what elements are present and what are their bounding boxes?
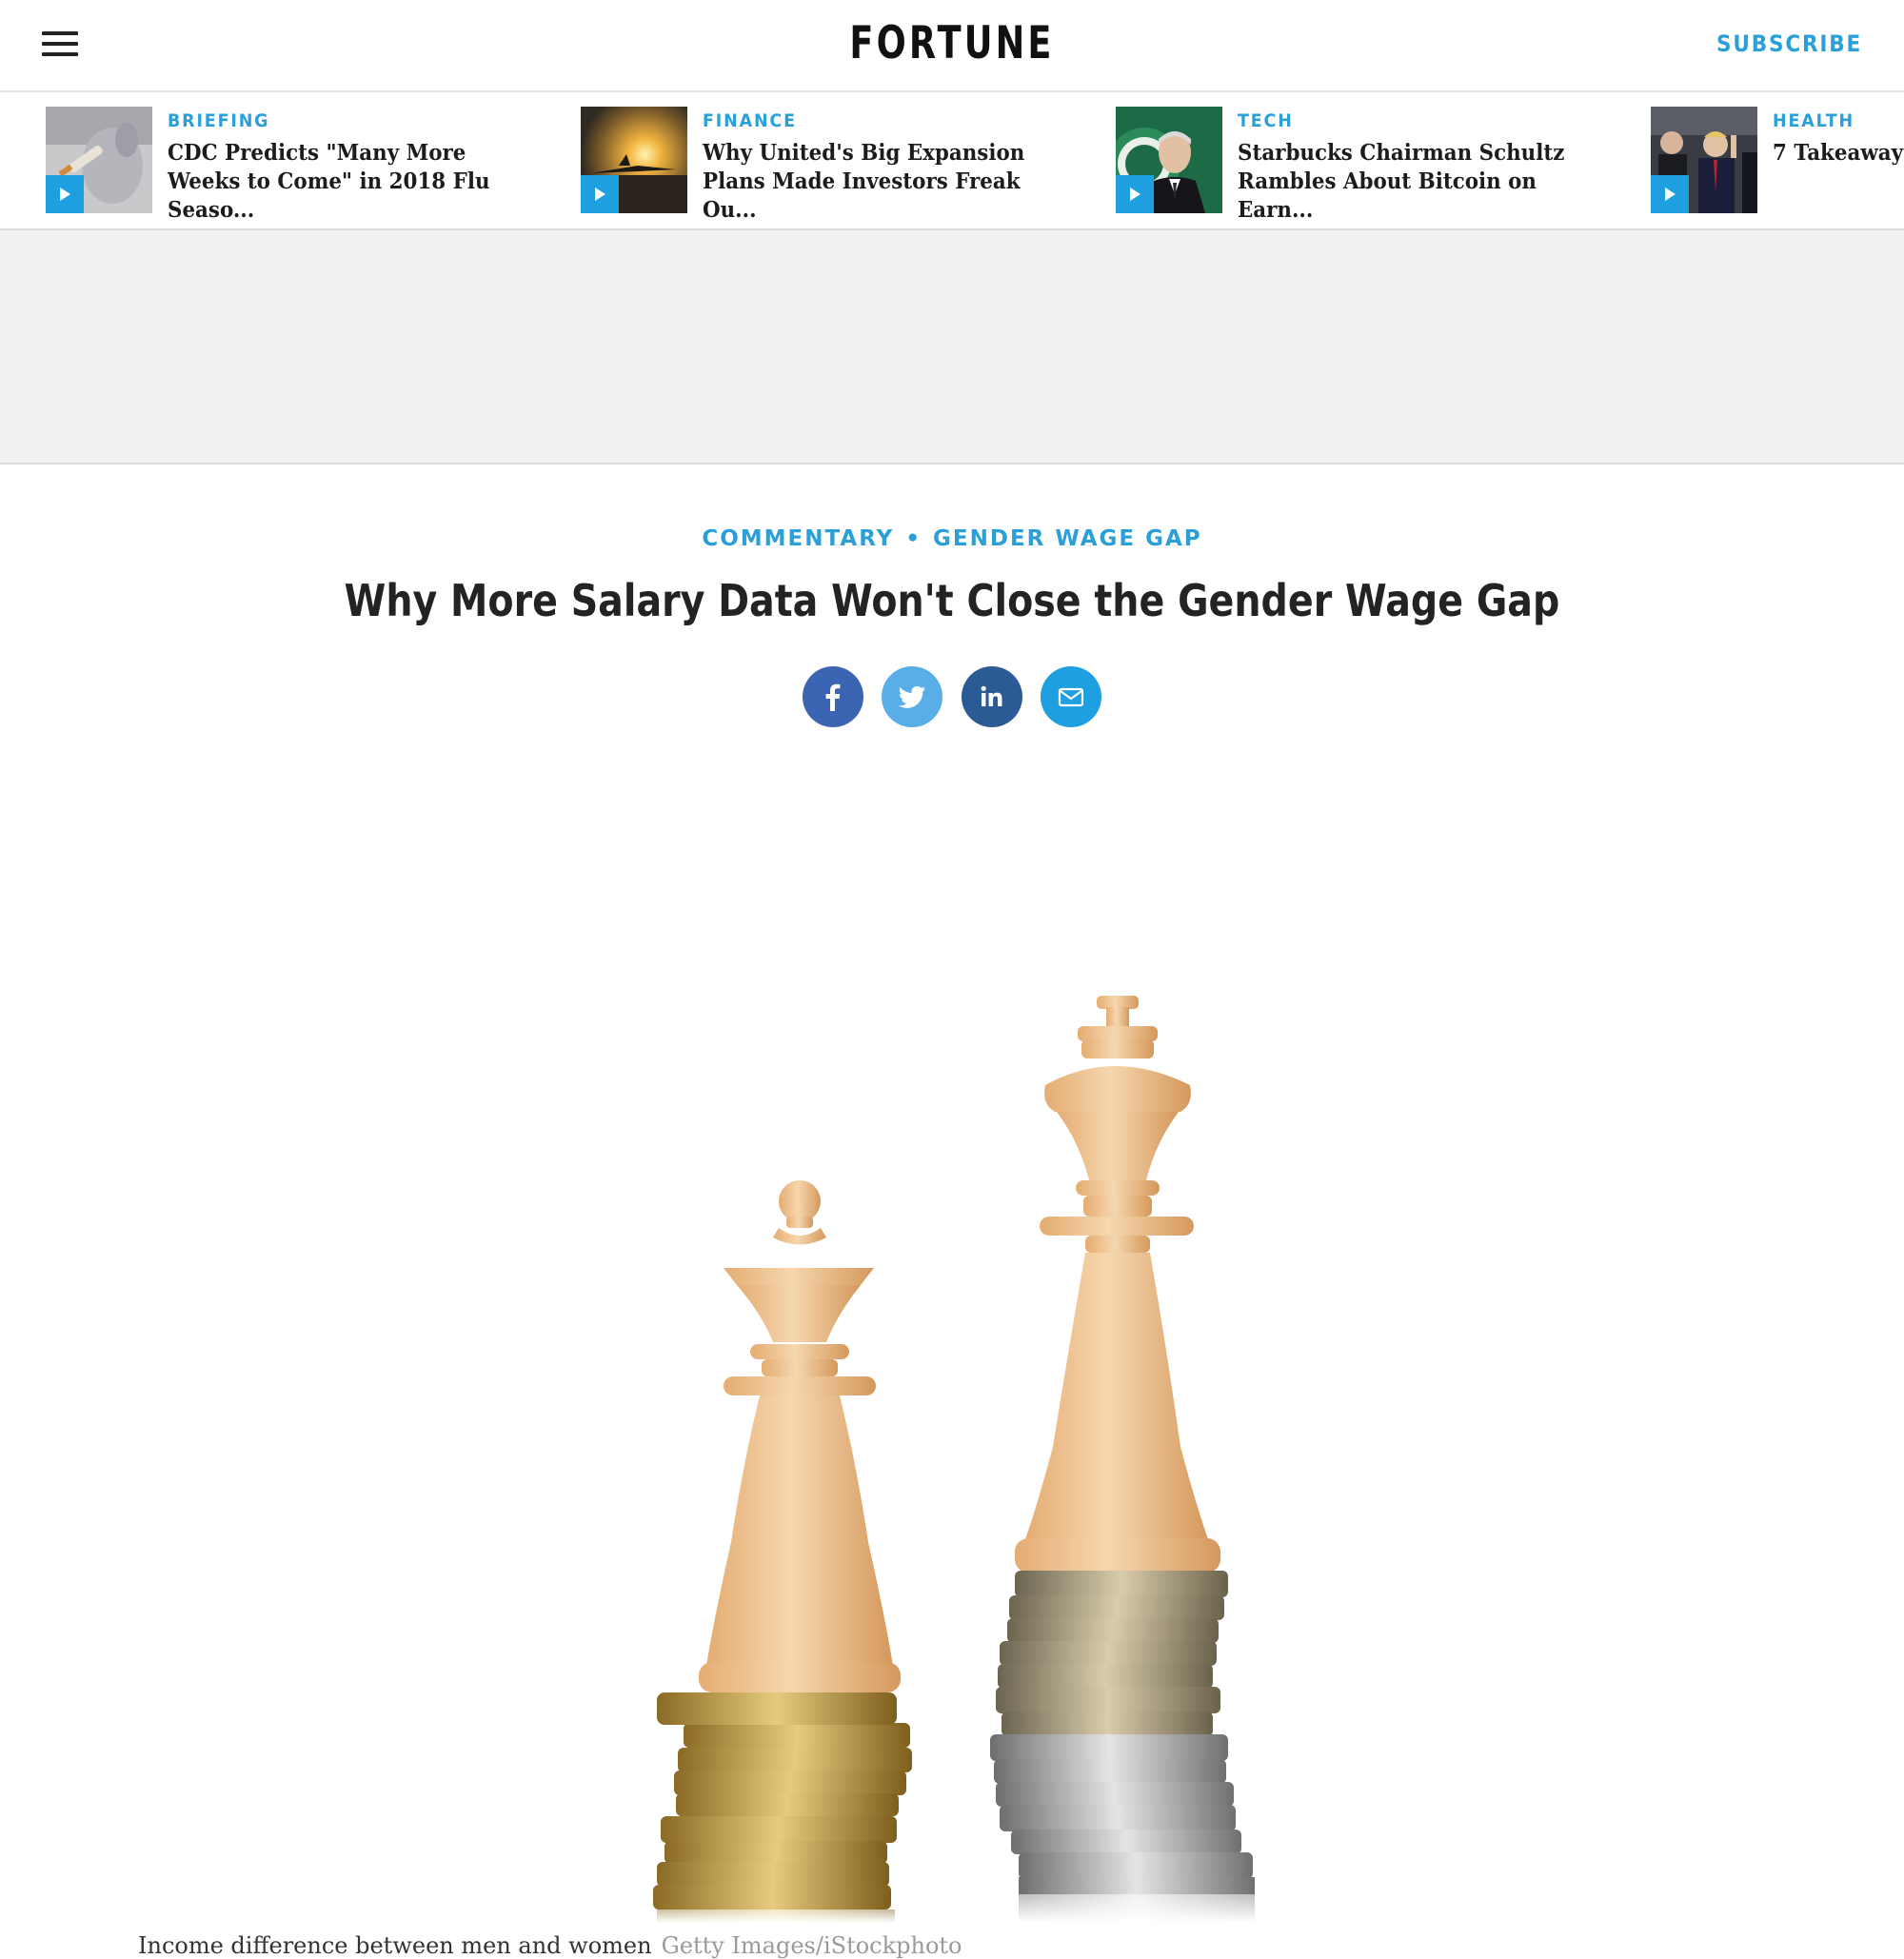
video-category[interactable]: HEALTH [1773,110,1854,131]
video-card[interactable]: TECH Starbucks Chairman Schultz Rambles … [1116,107,1649,223]
kicker-section-link[interactable]: COMMENTARY [702,526,894,551]
site-logo[interactable]: FORTUNE [209,17,1695,69]
video-thumbnail[interactable] [1116,107,1222,213]
play-icon[interactable] [1651,175,1689,213]
play-icon[interactable] [1116,175,1154,213]
video-category[interactable]: TECH [1238,110,1294,131]
article-headline: Why More Salary Data Won't Close the Gen… [344,575,1560,626]
caption-credit: Getty Images/iStockphoto [661,1932,962,1959]
play-icon[interactable] [46,175,84,213]
facebook-share-button[interactable] [803,666,864,727]
linkedin-share-button[interactable] [961,666,1022,727]
queen-piece [699,1180,901,1692]
twitter-share-button[interactable] [882,666,943,727]
video-thumbnail[interactable] [1651,107,1757,213]
video-category[interactable]: FINANCE [703,110,797,131]
video-strip: BRIEFING CDC Predicts "Many More Weeks t… [0,92,1904,230]
kicker-topic-link[interactable]: GENDER WAGE GAP [933,526,1202,551]
kicker-separator: • [905,526,922,551]
advertisement-placeholder [0,230,1904,465]
play-icon[interactable] [581,175,619,213]
video-card[interactable]: FINANCE Why United's Big Expansion Plans… [581,107,1114,223]
video-category[interactable]: BRIEFING [168,110,269,131]
video-title[interactable]: Starbucks Chairman Schultz Rambles About… [1238,139,1610,225]
caption-text: Income difference between men and women [138,1932,652,1959]
site-header: FORTUNE SUBSCRIBE [0,0,1904,92]
twitter-icon [899,685,926,708]
image-caption: Income difference between men and women G… [138,1932,962,1959]
video-title[interactable]: CDC Predicts "Many More Weeks to Come" i… [168,139,540,225]
video-card[interactable]: BRIEFING CDC Predicts "Many More Weeks t… [46,107,579,223]
king-coin-stack [990,1571,1255,1923]
subscribe-button[interactable]: SUBSCRIBE [1716,30,1862,57]
video-card[interactable]: HEALTH 7 Takeaway [1651,107,1904,213]
video-thumbnail[interactable] [46,107,152,213]
hero-image [0,781,1904,1923]
article-kicker: COMMENTARY • GENDER WAGE GAP [0,526,1904,551]
video-title[interactable]: Why United's Big Expansion Plans Made In… [703,139,1075,225]
video-title[interactable]: 7 Takeaway [1773,139,1904,168]
share-buttons [0,666,1904,727]
queen-coin-stack [653,1692,912,1923]
king-piece [1015,996,1220,1573]
menu-icon[interactable] [42,31,80,58]
video-thumbnail[interactable] [581,107,687,213]
email-icon [1058,687,1083,707]
linkedin-icon [981,685,1002,706]
email-share-button[interactable] [1040,666,1101,727]
facebook-icon [825,683,841,711]
